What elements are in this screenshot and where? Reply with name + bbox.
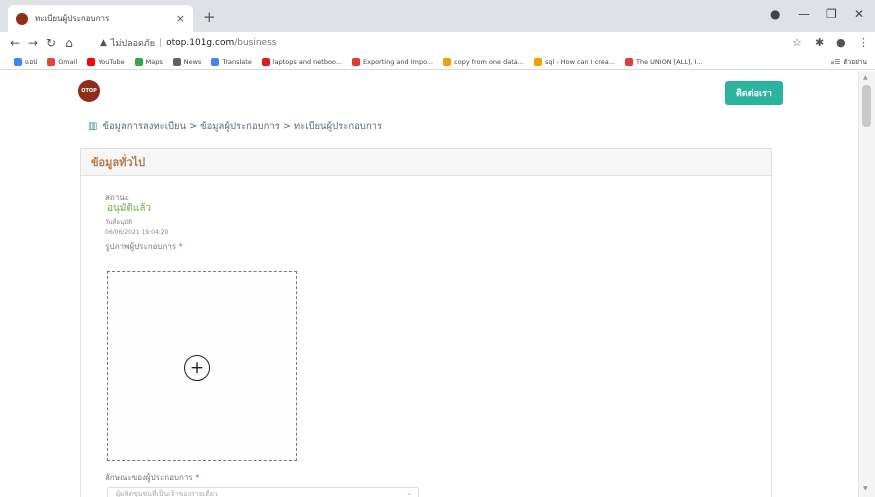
- bookmark-item[interactable]: YouTube: [87, 57, 125, 66]
- reading-list-label: ตัวอย่าน: [843, 58, 867, 66]
- status-value: อนุมัติแล้ว: [107, 203, 152, 214]
- photo-label: รูปภาพผู้ประกอบการ *: [105, 240, 183, 253]
- breadcrumb: ▥ ข้อมูลการลงทะเบียน > ข้อมูลผู้ประกอบกา…: [88, 119, 382, 134]
- browser-tab[interactable]: ทะเบียนผู้ประกอบการ ×: [8, 5, 193, 32]
- profile-icon[interactable]: ●: [770, 7, 780, 21]
- back-icon[interactable]: ←: [6, 36, 24, 50]
- page-scrollbar[interactable]: ▲ ▼: [858, 71, 875, 497]
- business-type-value: ผู้ผลิตชุมชนที่เป็นเจ้าของรายเดียว: [116, 489, 218, 497]
- bookmark-item[interactable]: The UNION [ALL], I...: [625, 57, 703, 66]
- bookmark-item[interactable]: แอป: [14, 57, 37, 67]
- page-content: OTOP ติดต่อเรา ▥ ข้อมูลการลงทะเบียน > ข้…: [0, 71, 858, 497]
- general-info-card: ข้อมูลทั่วไป สถานะ อนุมัติแล้ว วันที่อนุ…: [80, 148, 772, 497]
- bookmark-favicon-icon: [87, 57, 96, 66]
- extensions-icon[interactable]: ✱: [815, 36, 824, 49]
- bookmark-label: Translate: [222, 57, 252, 66]
- tab-title: ทะเบียนผู้ประกอบการ: [35, 14, 110, 23]
- list-icon: ▥: [88, 121, 98, 132]
- plus-circle-icon[interactable]: +: [184, 355, 210, 381]
- home-icon[interactable]: ⌂: [60, 36, 78, 50]
- reload-icon[interactable]: ↻: [42, 36, 60, 50]
- scroll-up-icon[interactable]: ▲: [863, 74, 868, 81]
- bookmark-item[interactable]: Gmail: [47, 57, 78, 66]
- minimize-icon[interactable]: —: [798, 7, 810, 21]
- bookmark-label: YouTube: [98, 57, 125, 66]
- bookmark-label: Exporting and Impo...: [363, 57, 434, 66]
- menu-icon[interactable]: ⋮: [858, 36, 869, 49]
- url-path: /business: [234, 38, 277, 48]
- bookmark-favicon-icon: [352, 57, 360, 66]
- new-tab-button[interactable]: +: [203, 8, 216, 26]
- bookmark-label: sql - How can I crea...: [544, 57, 615, 66]
- bookmark-favicon-icon: [625, 57, 633, 66]
- bookmark-item[interactable]: laptops and netboo...: [261, 57, 342, 66]
- tab-strip: ทะเบียนผู้ประกอบการ × + ● — ❐ ✕: [0, 0, 875, 32]
- bookmark-label: News: [183, 57, 202, 66]
- scroll-down-icon[interactable]: ▼: [863, 485, 868, 492]
- bookmark-favicon-icon: [14, 57, 22, 66]
- bookmark-item[interactable]: Exporting and Impo...: [352, 57, 434, 66]
- tab-close-icon[interactable]: ×: [176, 12, 185, 25]
- bookmark-label: แอป: [25, 57, 38, 66]
- bookmark-item[interactable]: Translate: [211, 57, 252, 66]
- bookmark-favicon-icon: [443, 57, 452, 66]
- required-mark: *: [178, 242, 183, 251]
- bookmark-item[interactable]: sql - How can I crea...: [533, 57, 615, 66]
- approval-date-value: 06/06/2021 19:04:20: [105, 229, 169, 236]
- account-icon[interactable]: ●: [836, 36, 846, 49]
- chevron-down-icon: ⌄: [406, 489, 412, 497]
- scrollbar-thumb[interactable]: [862, 85, 871, 127]
- reading-list-button[interactable]: ☰ ตัวอย่าน: [834, 57, 867, 67]
- business-type-label-text: ลักษณะของผู้ประกอบการ: [105, 473, 193, 482]
- card-title: ข้อมูลทั่วไป: [81, 149, 771, 176]
- business-type-label: ลักษณะของผู้ประกอบการ *: [105, 471, 199, 484]
- bookmark-favicon-icon: [211, 57, 220, 66]
- reading-list-icon: ☰: [834, 58, 841, 66]
- bookmark-label: laptops and netboo...: [272, 57, 342, 66]
- bookmark-item[interactable]: copy from one data...: [443, 57, 524, 66]
- close-window-icon[interactable]: ✕: [854, 7, 864, 21]
- bookmark-favicon-icon: [47, 57, 56, 66]
- required-mark: *: [195, 473, 200, 482]
- address-divider: |: [159, 38, 163, 48]
- bookmark-favicon-icon: [533, 57, 542, 66]
- favicon-icon: [16, 12, 28, 25]
- bookmarks-bar: แอป Gmail YouTube Maps News Translate laptops …: [0, 54, 875, 70]
- contact-button[interactable]: ติดต่อเรา: [725, 81, 783, 105]
- bookmark-label: Maps: [145, 57, 163, 66]
- photo-label-text: รูปภาพผู้ประกอบการ: [105, 242, 177, 251]
- browser-toolbar: ← → ↻ ⌂ ▲ ไม่ปลอดภัย | otop.101g.com /bu…: [0, 32, 875, 54]
- bookmark-favicon-icon: [134, 57, 143, 66]
- bookmark-item[interactable]: Maps: [134, 57, 163, 66]
- bookmark-favicon-icon: [172, 57, 181, 66]
- breadcrumb-text[interactable]: ข้อมูลการลงทะเบียน > ข้อมูลผู้ประกอบการ …: [102, 119, 382, 134]
- bookmark-star-icon[interactable]: ☆: [792, 36, 802, 49]
- url-host: otop.101g.com: [166, 38, 235, 48]
- bookmark-favicon-icon: [261, 57, 270, 66]
- bookmark-label: Gmail: [58, 57, 78, 66]
- not-secure-label: ไม่ปลอดภัย: [110, 39, 156, 49]
- approval-date-label: วันที่อนุมัติ: [105, 219, 132, 226]
- maximize-icon[interactable]: ❐: [826, 7, 837, 21]
- business-type-select[interactable]: ผู้ผลิตชุมชนที่เป็นเจ้าของรายเดียว ⌄: [107, 487, 419, 497]
- bookmark-item[interactable]: News: [172, 57, 202, 66]
- bookmark-label: The UNION [ALL], I...: [636, 57, 703, 66]
- site-logo[interactable]: OTOP: [78, 80, 100, 102]
- address-bar[interactable]: ▲ ไม่ปลอดภัย | otop.101g.com /business: [100, 34, 780, 52]
- bookmark-label: copy from one data...: [454, 57, 524, 66]
- warning-icon: ▲: [100, 38, 107, 48]
- forward-icon[interactable]: →: [24, 36, 42, 50]
